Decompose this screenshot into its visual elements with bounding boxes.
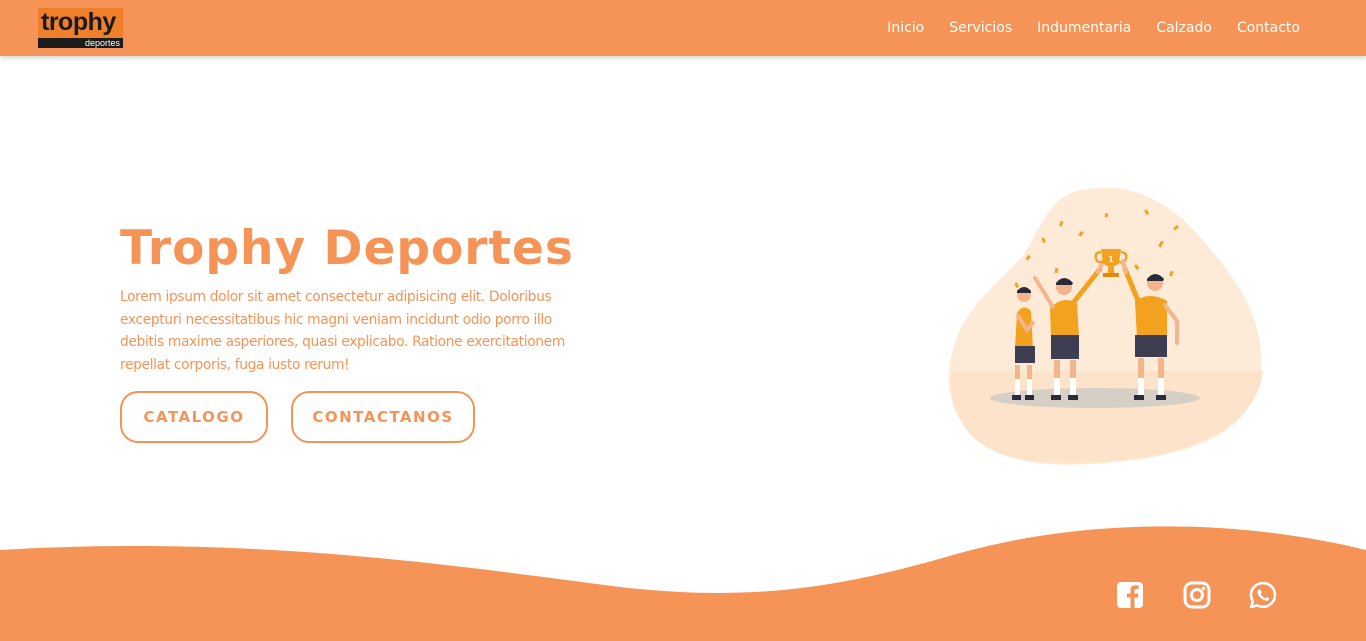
logo-wordmark: trophy (41, 8, 116, 36)
nav-link-calzado[interactable]: Calzado (1156, 20, 1212, 36)
nav-link-inicio[interactable]: Inicio (887, 20, 924, 36)
logo-subtitle: deportes (38, 38, 123, 48)
hero-title: Trophy Deportes (120, 221, 574, 276)
team-trophy-illustration: 1 (948, 187, 1263, 465)
nav-link-indumentaria[interactable]: Indumentaria (1037, 20, 1131, 36)
main-nav: Inicio Servicios Indumentaria Calzado Co… (862, 0, 1300, 56)
brand-logo[interactable]: trophy deportes (38, 8, 123, 48)
nav-link-contacto[interactable]: Contacto (1237, 20, 1300, 36)
nav-link-servicios[interactable]: Servicios (949, 20, 1012, 36)
catalog-button[interactable]: CATALOGO (120, 391, 268, 443)
contact-button[interactable]: CONTACTANOS (291, 391, 475, 443)
instagram-icon[interactable] (1182, 580, 1212, 610)
whatsapp-icon[interactable] (1248, 580, 1278, 610)
footer-wave (0, 526, 1366, 641)
hero-description: Lorem ipsum dolor sit amet consectetur a… (120, 289, 565, 373)
navbar: trophy deportes Inicio Servicios Indumen… (0, 0, 1366, 56)
facebook-icon[interactable] (1115, 580, 1145, 610)
svg-text:1: 1 (1108, 255, 1114, 264)
